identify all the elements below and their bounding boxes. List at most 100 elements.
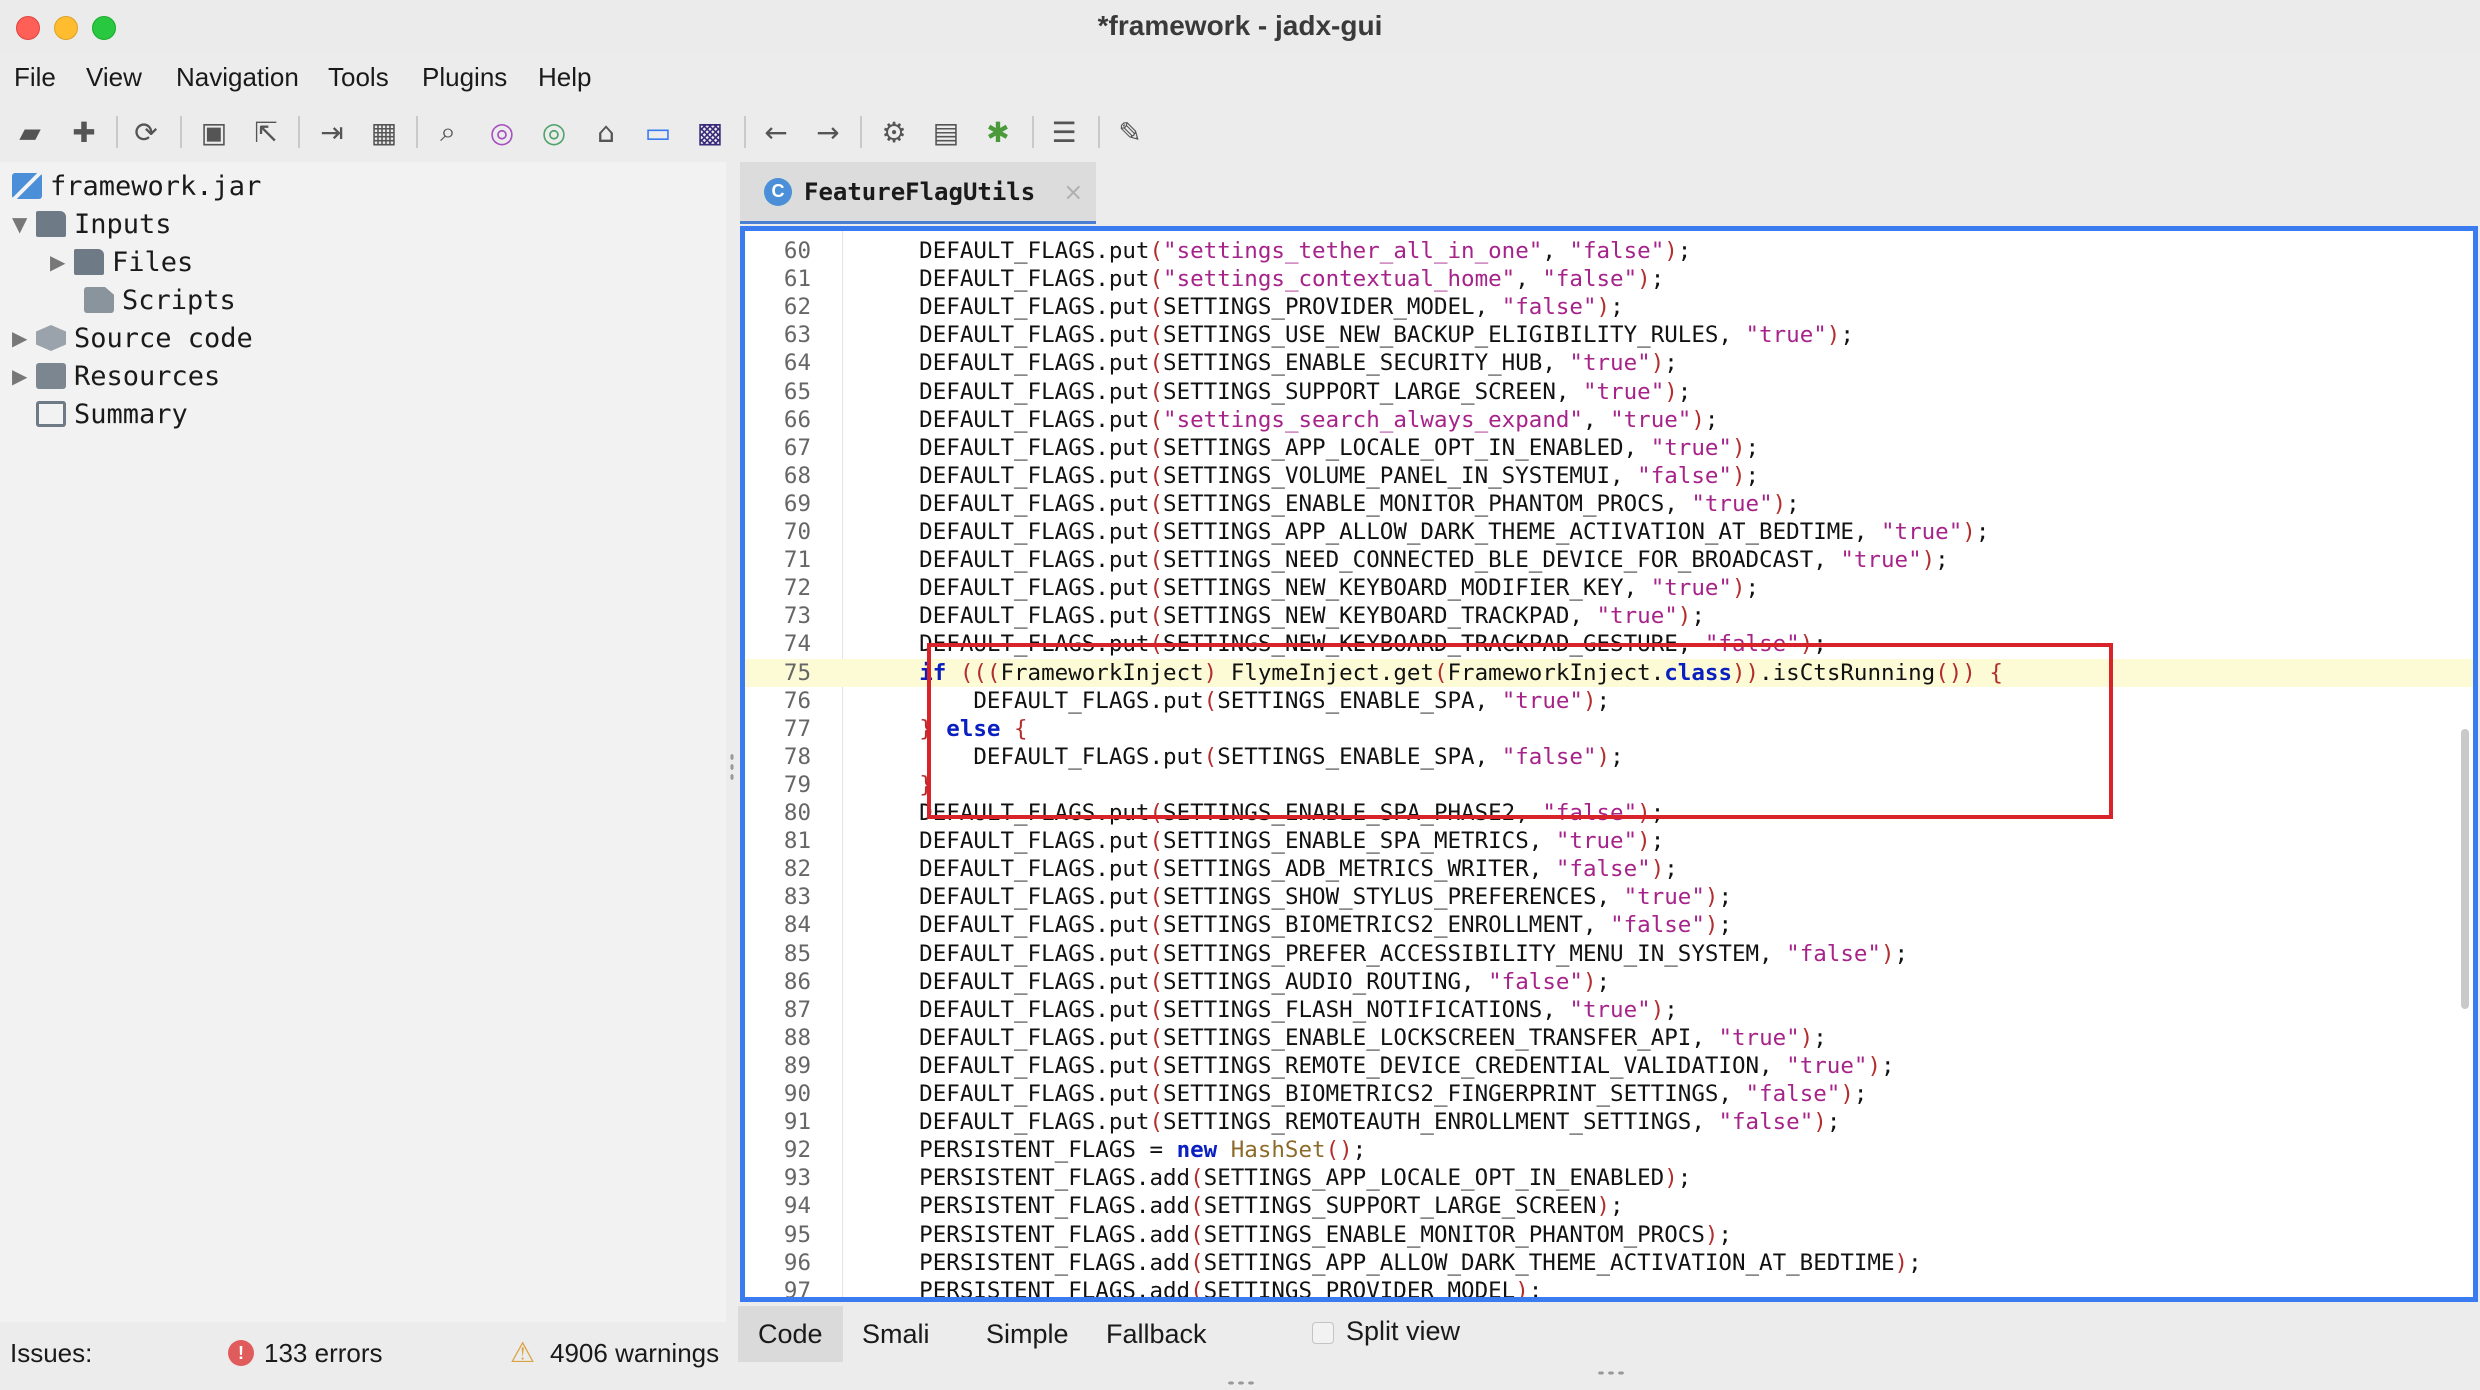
- resize-grip-icon[interactable]: [1226, 1380, 1256, 1386]
- code-text[interactable]: DEFAULT_FLAGS.put(SETTINGS_VOLUME_PANEL_…: [865, 462, 1759, 490]
- menu-help[interactable]: Help: [538, 62, 591, 93]
- code-text[interactable]: }: [865, 771, 933, 799]
- code-line[interactable]: 90 DEFAULT_FLAGS.put(SETTINGS_BIOMETRICS…: [745, 1080, 2473, 1108]
- code-text[interactable]: PERSISTENT_FLAGS.add(SETTINGS_SUPPORT_LA…: [865, 1192, 1623, 1220]
- code-line[interactable]: 66 DEFAULT_FLAGS.put("settings_search_al…: [745, 406, 2473, 434]
- flatten-packages-icon[interactable]: ▦: [366, 114, 402, 150]
- code-line[interactable]: 65 DEFAULT_FLAGS.put(SETTINGS_SUPPORT_LA…: [745, 378, 2473, 406]
- tree-node-files[interactable]: ▶ Files: [50, 244, 193, 280]
- code-text[interactable]: DEFAULT_FLAGS.put(SETTINGS_PREFER_ACCESS…: [865, 940, 1908, 968]
- code-line[interactable]: 97 PERSISTENT_FLAGS.add(SETTINGS_PROVIDE…: [745, 1277, 2473, 1297]
- tab-code[interactable]: Code: [738, 1306, 843, 1362]
- code-text[interactable]: DEFAULT_FLAGS.put(SETTINGS_SHOW_STYLUS_P…: [865, 883, 1732, 911]
- decompile-all-icon[interactable]: ▤: [928, 114, 964, 150]
- code-text[interactable]: DEFAULT_FLAGS.put(SETTINGS_SUPPORT_LARGE…: [865, 378, 1691, 406]
- code-line[interactable]: 83 DEFAULT_FLAGS.put(SETTINGS_SHOW_STYLU…: [745, 883, 2473, 911]
- home-icon[interactable]: ⌂: [588, 114, 624, 150]
- menu-view[interactable]: View: [86, 62, 142, 93]
- code-text[interactable]: DEFAULT_FLAGS.put("settings_tether_all_i…: [865, 237, 1691, 265]
- code-text[interactable]: DEFAULT_FLAGS.put(SETTINGS_BIOMETRICS2_E…: [865, 911, 1732, 939]
- code-line[interactable]: 86 DEFAULT_FLAGS.put(SETTINGS_AUDIO_ROUT…: [745, 968, 2473, 996]
- code-text[interactable]: DEFAULT_FLAGS.put(SETTINGS_USE_NEW_BACKU…: [865, 321, 1854, 349]
- save-all-icon[interactable]: ▣: [196, 114, 232, 150]
- code-line[interactable]: 95 PERSISTENT_FLAGS.add(SETTINGS_ENABLE_…: [745, 1221, 2473, 1249]
- code-line[interactable]: 69 DEFAULT_FLAGS.put(SETTINGS_ENABLE_MON…: [745, 490, 2473, 518]
- code-line[interactable]: 88 DEFAULT_FLAGS.put(SETTINGS_ENABLE_LOC…: [745, 1024, 2473, 1052]
- tree-node-scripts[interactable]: Scripts: [84, 282, 236, 318]
- menu-plugins[interactable]: Plugins: [422, 62, 507, 93]
- code-text[interactable]: DEFAULT_FLAGS.put("settings_search_alway…: [865, 406, 1718, 434]
- add-files-icon[interactable]: ✚: [66, 114, 102, 150]
- code-line[interactable]: 96 PERSISTENT_FLAGS.add(SETTINGS_APP_ALL…: [745, 1249, 2473, 1277]
- code-text[interactable]: DEFAULT_FLAGS.put(SETTINGS_ENABLE_SPA_ME…: [865, 827, 1664, 855]
- code-text[interactable]: DEFAULT_FLAGS.put(SETTINGS_BIOMETRICS2_F…: [865, 1080, 1867, 1108]
- forward-icon[interactable]: →: [810, 114, 846, 150]
- resize-grip-icon[interactable]: [1596, 1370, 1626, 1376]
- code-text[interactable]: DEFAULT_FLAGS.put(SETTINGS_REMOTEAUTH_EN…: [865, 1108, 1840, 1136]
- log-viewer-icon[interactable]: ☰: [1046, 114, 1082, 150]
- menu-tools[interactable]: Tools: [328, 62, 389, 93]
- code-text[interactable]: PERSISTENT_FLAGS.add(SETTINGS_PROVIDER_M…: [865, 1277, 1542, 1297]
- code-line[interactable]: 92 PERSISTENT_FLAGS = new HashSet();: [745, 1136, 2473, 1164]
- search-icon[interactable]: ⌕: [430, 114, 466, 150]
- menu-file[interactable]: File: [14, 62, 56, 93]
- find-class-icon[interactable]: ◎: [536, 114, 572, 150]
- error-icon[interactable]: !: [228, 1340, 254, 1366]
- code-line[interactable]: 89 DEFAULT_FLAGS.put(SETTINGS_REMOTE_DEV…: [745, 1052, 2473, 1080]
- sync-with-editor-icon[interactable]: ⇥: [314, 114, 350, 150]
- code-text[interactable]: DEFAULT_FLAGS.put(SETTINGS_FLASH_NOTIFIC…: [865, 996, 1678, 1024]
- code-line[interactable]: 61 DEFAULT_FLAGS.put("settings_contextua…: [745, 265, 2473, 293]
- code-line[interactable]: 87 DEFAULT_FLAGS.put(SETTINGS_FLASH_NOTI…: [745, 996, 2473, 1024]
- code-line[interactable]: 70 DEFAULT_FLAGS.put(SETTINGS_APP_ALLOW_…: [745, 518, 2473, 546]
- code-line[interactable]: 62 DEFAULT_FLAGS.put(SETTINGS_PROVIDER_M…: [745, 293, 2473, 321]
- warning-count[interactable]: 4906 warnings: [550, 1338, 719, 1369]
- code-text[interactable]: DEFAULT_FLAGS.put(SETTINGS_ENABLE_LOCKSC…: [865, 1024, 1827, 1052]
- error-count[interactable]: 133 errors: [264, 1338, 383, 1369]
- code-line[interactable]: 82 DEFAULT_FLAGS.put(SETTINGS_ADB_METRIC…: [745, 855, 2473, 883]
- debugger-icon[interactable]: ✱: [980, 114, 1016, 150]
- tree-node-summary[interactable]: Summary: [36, 396, 188, 432]
- tab-featureflagutils[interactable]: C FeatureFlagUtils ×: [740, 162, 1096, 224]
- close-tab-icon[interactable]: ×: [1063, 178, 1083, 206]
- deobfuscation-icon[interactable]: ⚙: [876, 114, 912, 150]
- code-text[interactable]: DEFAULT_FLAGS.put(SETTINGS_REMOTE_DEVICE…: [865, 1052, 1894, 1080]
- code-line[interactable]: 71 DEFAULT_FLAGS.put(SETTINGS_NEED_CONNE…: [745, 546, 2473, 574]
- tab-smali[interactable]: Smali: [842, 1306, 950, 1362]
- open-file-icon[interactable]: ▰: [12, 114, 48, 150]
- tree-node-inputs[interactable]: ▼ Inputs: [12, 206, 172, 242]
- code-line[interactable]: 84 DEFAULT_FLAGS.put(SETTINGS_BIOMETRICS…: [745, 911, 2473, 939]
- reload-icon[interactable]: ⟳: [128, 114, 164, 150]
- vertical-scrollbar[interactable]: [2461, 729, 2469, 1009]
- code-line[interactable]: 68 DEFAULT_FLAGS.put(SETTINGS_VOLUME_PAN…: [745, 462, 2473, 490]
- code-text[interactable]: DEFAULT_FLAGS.put(SETTINGS_ADB_METRICS_W…: [865, 855, 1678, 883]
- tree-node-root[interactable]: framework.jar: [12, 168, 261, 204]
- code-line[interactable]: 60 DEFAULT_FLAGS.put("settings_tether_al…: [745, 237, 2473, 265]
- code-text[interactable]: DEFAULT_FLAGS.put(SETTINGS_NEW_KEYBOARD_…: [865, 602, 1705, 630]
- collapsed-arrow-icon[interactable]: ▶: [50, 250, 74, 274]
- code-text[interactable]: DEFAULT_FLAGS.put(SETTINGS_NEW_KEYBOARD_…: [865, 574, 1759, 602]
- smali-icon[interactable]: ▩: [692, 114, 728, 150]
- code-text[interactable]: PERSISTENT_FLAGS.add(SETTINGS_APP_ALLOW_…: [865, 1249, 1921, 1277]
- panel-splitter[interactable]: [726, 162, 738, 1322]
- preferences-icon[interactable]: ✎: [1112, 114, 1148, 150]
- code-text[interactable]: PERSISTENT_FLAGS.add(SETTINGS_ENABLE_MON…: [865, 1221, 1732, 1249]
- code-text[interactable]: DEFAULT_FLAGS.put(SETTINGS_NEED_CONNECTE…: [865, 546, 1949, 574]
- code-line[interactable]: 94 PERSISTENT_FLAGS.add(SETTINGS_SUPPORT…: [745, 1192, 2473, 1220]
- tab-simple[interactable]: Simple: [966, 1306, 1089, 1362]
- code-text[interactable]: DEFAULT_FLAGS.put("settings_contextual_h…: [865, 265, 1664, 293]
- code-line[interactable]: 64 DEFAULT_FLAGS.put(SETTINGS_ENABLE_SEC…: [745, 349, 2473, 377]
- collapsed-arrow-icon[interactable]: ▶: [12, 326, 36, 350]
- code-text[interactable]: DEFAULT_FLAGS.put(SETTINGS_APP_LOCALE_OP…: [865, 434, 1759, 462]
- code-line[interactable]: 93 PERSISTENT_FLAGS.add(SETTINGS_APP_LOC…: [745, 1164, 2473, 1192]
- quark-icon[interactable]: ▭: [640, 114, 676, 150]
- collapsed-arrow-icon[interactable]: ▶: [12, 364, 36, 388]
- code-text[interactable]: DEFAULT_FLAGS.put(SETTINGS_APP_ALLOW_DAR…: [865, 518, 1989, 546]
- code-text[interactable]: DEFAULT_FLAGS.put(SETTINGS_ENABLE_MONITO…: [865, 490, 1800, 518]
- warning-icon[interactable]: ⚠: [510, 1336, 540, 1369]
- tab-fallback[interactable]: Fallback: [1086, 1306, 1227, 1362]
- code-line[interactable]: 67 DEFAULT_FLAGS.put(SETTINGS_APP_LOCALE…: [745, 434, 2473, 462]
- code-text[interactable]: DEFAULT_FLAGS.put(SETTINGS_PROVIDER_MODE…: [865, 293, 1623, 321]
- code-line[interactable]: 63 DEFAULT_FLAGS.put(SETTINGS_USE_NEW_BA…: [745, 321, 2473, 349]
- back-icon[interactable]: ←: [758, 114, 794, 150]
- split-view-checkbox[interactable]: [1312, 1322, 1334, 1344]
